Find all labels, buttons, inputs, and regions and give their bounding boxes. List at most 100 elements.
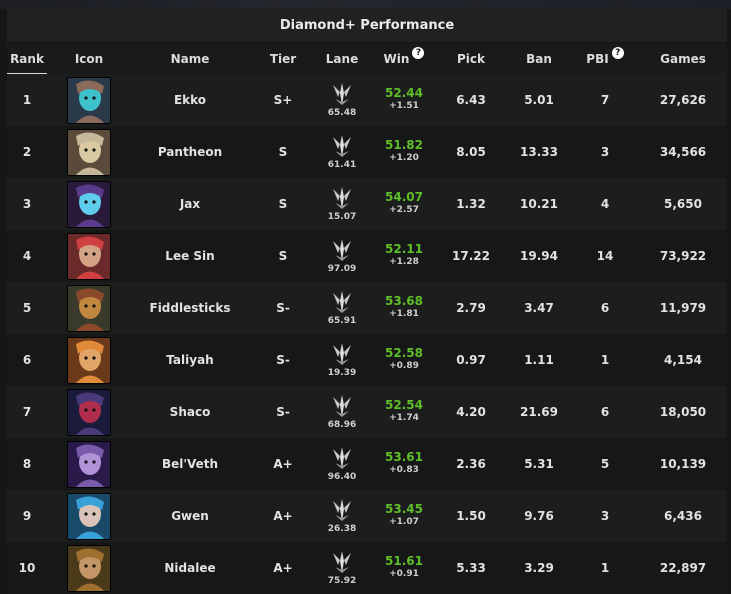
belveth-icon[interactable] (67, 440, 111, 488)
champion-name-link[interactable]: Jax (180, 197, 200, 211)
games-count: 6,436 (664, 509, 702, 523)
champion-name-link[interactable]: Pantheon (158, 145, 222, 159)
header-pick[interactable]: Pick (443, 43, 499, 74)
table-row[interactable]: 7 Shaco S- 68.96 52.54 +1.74 4.20 21.69 6 18,050 (7, 386, 727, 438)
rank-value: 6 (22, 353, 32, 367)
shaco-icon[interactable] (67, 388, 111, 436)
icon-cell (59, 74, 119, 126)
header-rank[interactable]: Rank (7, 43, 47, 75)
champion-name-link[interactable]: Bel'Veth (162, 457, 218, 471)
win-rate: 52.58 (385, 346, 423, 360)
pick-rate: 8.05 (456, 145, 486, 159)
tier-value: S (278, 249, 288, 263)
jax-icon[interactable] (67, 180, 111, 228)
ban-rate: 19.94 (520, 249, 558, 263)
gwen-icon[interactable] (67, 492, 111, 540)
ban-cell: 5.31 (511, 438, 567, 490)
lane-cell: 19.39 (315, 334, 369, 386)
win-cell: 51.61 +0.91 (373, 542, 435, 594)
rank-cell: 10 (7, 542, 47, 594)
champion-name-link[interactable]: Nidalee (164, 561, 215, 575)
table-row[interactable]: 5 Fiddlesticks S- 65.91 53.68 +1.81 2.79 3.47 6 1… (7, 282, 727, 334)
lane-cell: 65.91 (315, 282, 369, 334)
jungle-lane-icon (331, 186, 353, 214)
pbi-value: 3 (600, 145, 610, 159)
pick-rate: 1.50 (456, 509, 486, 523)
games-cell: 5,650 (643, 178, 723, 230)
header-tier[interactable]: Tier (259, 43, 307, 74)
tier-cell: S- (259, 386, 307, 438)
header-rank-label: Rank (10, 51, 44, 66)
icon-cell (59, 386, 119, 438)
games-cell: 34,566 (643, 126, 723, 178)
games-count: 18,050 (659, 405, 707, 419)
icon-cell (59, 490, 119, 542)
header-win[interactable]: Win ? (373, 43, 435, 74)
games-cell: 10,139 (643, 438, 723, 490)
win-cell: 52.58 +0.89 (373, 334, 435, 386)
lane-cell: 97.09 (315, 230, 369, 282)
table-row[interactable]: 2 Pantheon S 61.41 51.82 +1.20 8.05 13.33 3 34,56… (7, 126, 727, 178)
pbi-cell: 1 (577, 542, 633, 594)
lee-sin-icon[interactable] (67, 232, 111, 280)
header-ban[interactable]: Ban (511, 43, 567, 74)
jungle-lane-icon (331, 394, 353, 422)
lane-rate: 75.92 (327, 575, 357, 586)
games-cell: 73,922 (643, 230, 723, 282)
panel-title-text: Diamond+ Performance (279, 18, 455, 33)
lane-cell: 68.96 (315, 386, 369, 438)
win-cell: 52.44 +1.51 (373, 74, 435, 126)
champion-name-link[interactable]: Gwen (171, 509, 209, 523)
table-row[interactable]: 3 Jax S 15.07 54.07 +2.57 1.32 10.21 4 5,650 (7, 178, 727, 230)
pbi-cell: 4 (577, 178, 633, 230)
nidalee-icon[interactable] (67, 544, 111, 592)
header-icon[interactable]: Icon (59, 43, 119, 74)
ban-rate: 10.21 (520, 197, 558, 211)
lane-rate: 19.39 (327, 367, 357, 378)
taliyah-icon[interactable] (67, 336, 111, 384)
header-games[interactable]: Games (643, 43, 723, 74)
icon-cell (59, 126, 119, 178)
fiddlesticks-icon[interactable] (67, 284, 111, 332)
header-lane[interactable]: Lane (315, 43, 369, 74)
champion-name-link[interactable]: Lee Sin (165, 249, 214, 263)
table-row[interactable]: 10 Nidalee A+ 75.92 51.61 +0.91 5.33 3.29 1 22,89… (7, 542, 727, 594)
rank-cell: 6 (7, 334, 47, 386)
ekko-icon[interactable] (67, 76, 111, 124)
pick-cell: 8.05 (443, 126, 499, 178)
champion-name-link[interactable]: Fiddlesticks (150, 301, 231, 315)
champion-name-link[interactable]: Ekko (174, 93, 206, 107)
ban-rate: 21.69 (520, 405, 558, 419)
games-count: 10,139 (659, 457, 707, 471)
icon-cell (59, 282, 119, 334)
champion-name-link[interactable]: Taliyah (166, 353, 213, 367)
rank-value: 9 (22, 509, 32, 523)
table-row[interactable]: 9 Gwen A+ 26.38 53.45 +1.07 1.50 9.76 3 6,436 (7, 490, 727, 542)
jungle-lane-icon (331, 290, 353, 318)
tier-cell: S (259, 178, 307, 230)
table-row[interactable]: 1 Ekko S+ 65.48 52.44 +1.51 6.43 5.01 7 27,626 (7, 74, 727, 126)
champion-name-link[interactable]: Shaco (170, 405, 211, 419)
pbi-cell: 6 (577, 282, 633, 334)
header-name[interactable]: Name (125, 43, 255, 74)
pbi-value: 4 (600, 197, 610, 211)
tier-cell: A+ (259, 542, 307, 594)
icon-cell (59, 438, 119, 490)
tier-value: S+ (273, 93, 293, 107)
icon-cell (59, 178, 119, 230)
header-pbi[interactable]: PBI ? (577, 43, 633, 74)
pantheon-icon[interactable] (67, 128, 111, 176)
win-help-icon[interactable]: ? (412, 46, 425, 59)
tier-cell: S+ (259, 74, 307, 126)
win-cell: 54.07 +2.57 (373, 178, 435, 230)
pbi-help-icon[interactable]: ? (611, 46, 624, 59)
icon-cell (59, 542, 119, 594)
games-count: 27,626 (659, 93, 707, 107)
table-row[interactable]: 8 Bel'Veth A+ 96.40 53.61 +0.83 2.36 5.31 5 10,13… (7, 438, 727, 490)
table-row[interactable]: 6 Taliyah S- 19.39 52.58 +0.89 0.97 1.11 1 4,154 (7, 334, 727, 386)
name-cell: Fiddlesticks (125, 282, 255, 334)
lane-rate: 26.38 (327, 523, 357, 534)
name-cell: Pantheon (125, 126, 255, 178)
table-row[interactable]: 4 Lee Sin S 97.09 52.11 +1.28 17.22 19.94 14 73,9… (7, 230, 727, 282)
panel-title: Diamond+ Performance (7, 9, 727, 42)
